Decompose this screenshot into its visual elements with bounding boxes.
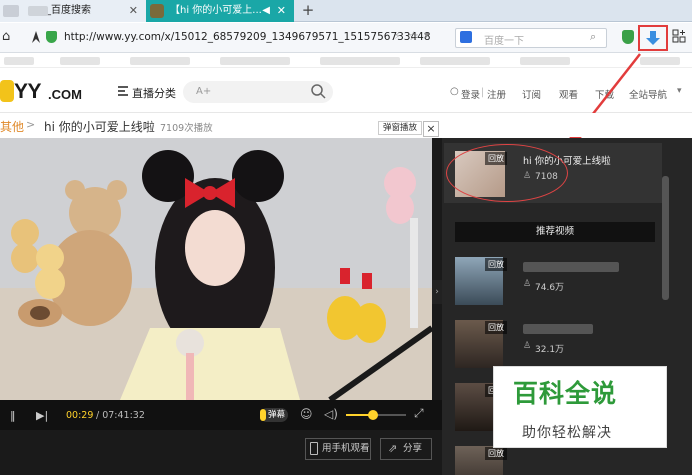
bookmark-item[interactable]: [130, 57, 190, 65]
tab-favicon: [3, 5, 19, 17]
yy-logo-icon[interactable]: [0, 80, 14, 102]
tab-label: 【hi 你的小可爱上...: [170, 5, 262, 16]
video-frame[interactable]: [0, 138, 432, 400]
danmu-label: 弹幕: [268, 410, 286, 420]
bookmark-item[interactable]: [4, 57, 34, 65]
view-count: 7109次播放: [160, 123, 213, 134]
recommend-header: 推荐视频: [455, 222, 655, 242]
popup-play-button[interactable]: 弹窗播放: [378, 121, 422, 135]
annotation-circle: [446, 144, 568, 202]
nav-subscribe[interactable]: 订阅: [522, 87, 541, 101]
chevron-down-icon[interactable]: ▾: [424, 30, 429, 41]
panel-scrollbar[interactable]: [662, 176, 669, 300]
current-time: 00:29: [66, 410, 94, 421]
bookmark-item[interactable]: [220, 57, 290, 65]
browser-search-input[interactable]: [455, 28, 607, 48]
user-icon: ♙: [523, 279, 532, 289]
close-icon[interactable]: ✕: [277, 0, 286, 22]
next-icon[interactable]: ▶|: [36, 409, 48, 422]
bookmark-icon[interactable]: [30, 30, 42, 44]
bookmark-item[interactable]: [420, 57, 490, 65]
video-title: hi 你的小可爱上线啦: [44, 120, 155, 134]
share-icon: ⇗: [388, 442, 398, 455]
share-label: 分享: [403, 443, 423, 454]
category-menu[interactable]: 直播分类: [132, 85, 176, 101]
breadcrumb-category[interactable]: 其他: [0, 118, 24, 135]
lightning-icon[interactable]: ⚡: [394, 31, 401, 42]
speaker-icon[interactable]: ◀: [262, 0, 270, 22]
total-time: / 07:41:32: [96, 410, 145, 421]
replay-badge: 回放: [485, 447, 507, 460]
fullscreen-icon[interactable]: ⤢: [414, 406, 424, 421]
phone-icon: [310, 442, 318, 455]
recommend-views: 32.1万: [535, 345, 565, 355]
baidu-icon[interactable]: [460, 31, 472, 43]
tab-favicon: [150, 4, 164, 18]
download-highlight-box: [638, 25, 668, 51]
danmu-settings-icon[interactable]: ☺: [300, 407, 313, 421]
blurred-text: [28, 6, 48, 16]
watermark-subtitle: 助你轻松解决: [522, 425, 612, 441]
player-actions: [0, 430, 442, 475]
chevron-right-icon[interactable]: ›: [432, 280, 442, 304]
close-icon[interactable]: ×: [423, 121, 439, 137]
recommend-title[interactable]: [523, 262, 619, 272]
danmu-toggle-knob: [260, 409, 266, 421]
star-icon[interactable]: ☆: [408, 29, 419, 43]
watermark-title: 百科全说: [513, 379, 618, 408]
site-logo[interactable]: YY: [14, 80, 42, 104]
site-search-placeholder: A+: [196, 86, 212, 97]
mobile-watch-label: 用手机观看: [322, 443, 370, 454]
recommend-views: 74.6万: [535, 283, 565, 293]
close-icon[interactable]: ✕: [129, 0, 138, 22]
replay-badge: 回放: [485, 321, 507, 334]
user-icon: ○: [450, 86, 459, 97]
bookmark-item[interactable]: [320, 57, 400, 65]
nav-register[interactable]: 注册: [487, 87, 506, 101]
browser-search-placeholder: 百度一下: [484, 36, 524, 47]
address-url[interactable]: http://www.yy.com/x/15012_68579209_13496…: [64, 31, 431, 43]
volume-icon[interactable]: ◁): [324, 407, 338, 421]
user-icon: ♙: [523, 341, 532, 351]
nav-separator: |: [481, 87, 485, 98]
replay-badge: 回放: [485, 258, 507, 271]
nav-login[interactable]: 登录: [461, 87, 480, 101]
video-scene: [0, 138, 432, 400]
menu-icon[interactable]: [118, 86, 128, 96]
tab-label: _百度搜索: [46, 5, 91, 16]
extension-shield-icon[interactable]: [622, 30, 634, 44]
search-icon[interactable]: [310, 83, 326, 99]
volume-handle[interactable]: [368, 410, 378, 420]
site-logo-suffix: .COM: [48, 87, 82, 102]
pause-icon[interactable]: ‖: [10, 409, 16, 422]
chevron-down-icon[interactable]: ▾: [677, 86, 682, 96]
tab-baidu-search[interactable]: _百度搜索 ✕: [0, 0, 146, 22]
security-shield-icon[interactable]: [46, 31, 57, 43]
apps-grid-icon[interactable]: [672, 29, 686, 43]
search-icon[interactable]: ⌕: [590, 30, 596, 44]
back-icon[interactable]: ⌂: [2, 29, 10, 44]
recommend-title[interactable]: [523, 324, 593, 334]
breadcrumb-separator: >: [26, 118, 36, 131]
bookmark-item[interactable]: [60, 57, 100, 65]
tab-yy-video[interactable]: 【hi 你的小可爱上... ◀ ✕: [146, 0, 294, 22]
new-tab-button[interactable]: +: [298, 0, 318, 22]
